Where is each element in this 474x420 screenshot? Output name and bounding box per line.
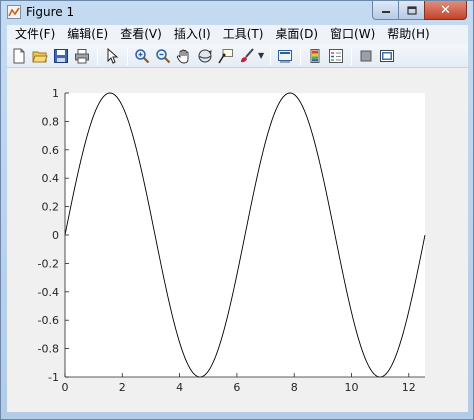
pointer-icon [107, 47, 119, 64]
menu-insert[interactable]: 插入(I) [168, 25, 217, 44]
menu-tools[interactable]: 工具(T) [217, 25, 270, 44]
toolbar-separator [270, 46, 271, 65]
close-button[interactable]: ✕ [424, 1, 467, 20]
x-tick-label: 2 [119, 381, 126, 394]
minimize-button[interactable] [372, 1, 398, 20]
new-figure-icon [13, 48, 25, 63]
maximize-button[interactable] [398, 1, 424, 20]
brush-dropdown[interactable]: ▼ [258, 51, 266, 60]
menu-window[interactable]: 窗口(W) [324, 25, 381, 44]
x-tick-label: 8 [291, 381, 298, 394]
x-tick-label: 0 [62, 381, 69, 394]
close-icon: ✕ [440, 2, 451, 18]
y-tick-label: -0.4 [38, 286, 59, 299]
menu-file[interactable]: 文件(F) [9, 25, 61, 44]
axes-plot[interactable]: 0 2 4 6 8 10 12 1 0.8 0.6 0.4 0.2 0 -0.2 -0.4 -0.6 -0.8 -… [7, 68, 468, 412]
toolbar-separator [300, 46, 301, 65]
y-tick-label: 0.4 [42, 172, 60, 185]
zoom-out-button[interactable] [153, 46, 173, 66]
menu-bar: 文件(F) 编辑(E) 查看(V) 插入(I) 工具(T) 桌面(D) 窗口(W… [7, 25, 468, 44]
colorbar-icon [310, 48, 320, 63]
hide-plot-tools-icon [360, 50, 372, 61]
y-tick-label: -0.8 [38, 343, 59, 356]
rotate-3d-button[interactable] [195, 46, 215, 66]
matlab-figure-icon [7, 5, 21, 19]
dropdown-arrow-icon: ▼ [258, 51, 265, 60]
minimize-icon [381, 11, 390, 13]
open-file-icon [32, 51, 48, 62]
y-tick-label: 0 [52, 229, 59, 242]
edit-plot-button[interactable] [102, 46, 122, 66]
link-plot-icon [278, 49, 292, 62]
zoom-out-icon [156, 48, 171, 63]
menu-edit[interactable]: 编辑(E) [61, 25, 114, 44]
window-controls: ✕ [372, 1, 467, 20]
x-tick-label: 12 [402, 381, 416, 394]
insert-legend-button[interactable] [326, 46, 346, 66]
figure-toolbar: ▼ [7, 44, 468, 68]
maximize-icon [406, 5, 417, 15]
insert-colorbar-button[interactable] [305, 46, 325, 66]
legend-icon [329, 48, 343, 63]
title-bar[interactable]: Figure 1 ✕ [1, 1, 473, 25]
save-icon [54, 48, 68, 63]
y-tick-label: 0.8 [42, 115, 60, 128]
menu-view[interactable]: 查看(V) [114, 25, 168, 44]
show-plot-tools-button[interactable] [377, 46, 397, 66]
new-figure-button[interactable] [9, 46, 29, 66]
print-icon [75, 48, 89, 63]
toolbar-separator [97, 46, 98, 65]
save-button[interactable] [51, 46, 71, 66]
zoom-in-button[interactable] [132, 46, 152, 66]
data-cursor-button[interactable] [216, 46, 236, 66]
window-title: Figure 1 [26, 5, 75, 19]
brush-button[interactable] [237, 46, 257, 66]
data-cursor-icon [218, 48, 233, 63]
toolbar-separator [127, 46, 128, 65]
y-tick-label: -0.6 [38, 314, 59, 327]
x-tick-label: 6 [233, 381, 240, 394]
toolbar-separator [351, 46, 352, 65]
print-button[interactable] [72, 46, 92, 66]
y-tick-label: 0.2 [42, 201, 60, 214]
y-tick-label: 0.6 [42, 144, 60, 157]
menu-desktop[interactable]: 桌面(D) [269, 25, 324, 44]
y-tick-label: -0.2 [38, 257, 59, 270]
link-plot-button[interactable] [275, 46, 295, 66]
figure-window: Figure 1 ✕ 文件(F) 编辑(E) 查看(V) 插入(I) 工具(T)… [0, 0, 474, 420]
pan-button[interactable] [174, 46, 194, 66]
menu-help[interactable]: 帮助(H) [381, 25, 435, 44]
show-plot-tools-icon [380, 49, 394, 62]
open-file-button[interactable] [30, 46, 50, 66]
figure-canvas: 0 2 4 6 8 10 12 1 0.8 0.6 0.4 0.2 0 -0.2 -0.4 -0.6 -0.8 -… [7, 68, 468, 412]
y-tick-label: 1 [52, 87, 59, 100]
pan-hand-icon [176, 49, 189, 63]
y-tick-label: -1 [48, 371, 59, 384]
x-tick-label: 10 [344, 381, 358, 394]
x-tick-label: 4 [176, 381, 183, 394]
brush-icon [241, 47, 254, 62]
rotate-3d-icon [198, 49, 212, 62]
zoom-in-icon [135, 48, 150, 63]
hide-plot-tools-button[interactable] [356, 46, 376, 66]
